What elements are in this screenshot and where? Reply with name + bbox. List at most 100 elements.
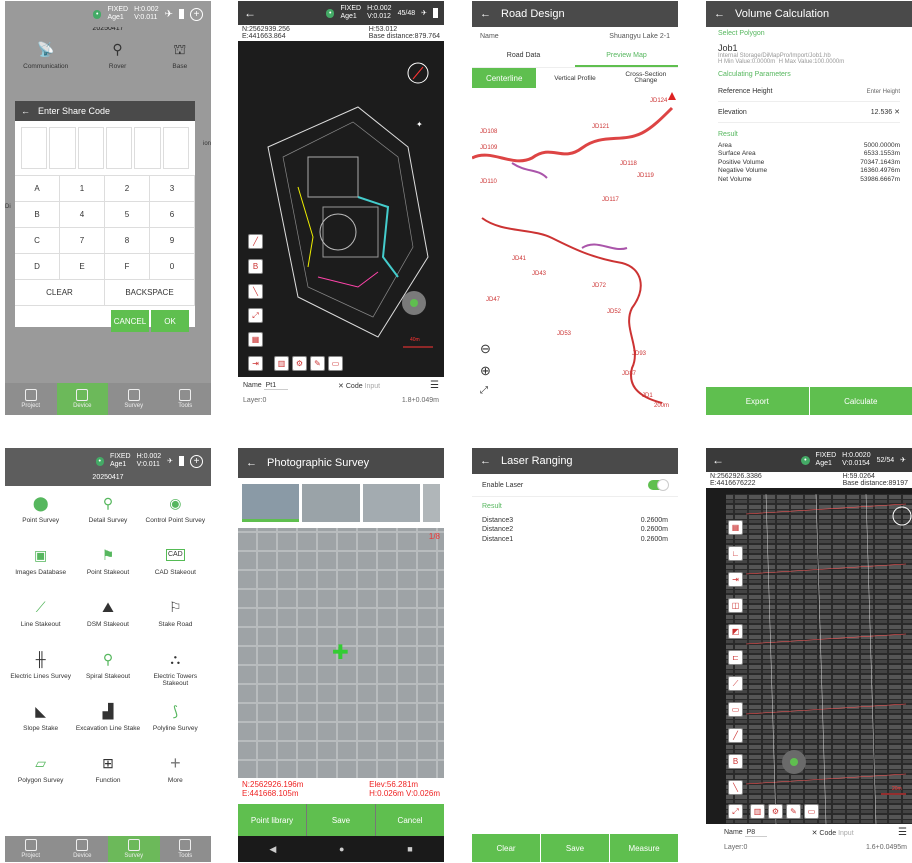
layer-label[interactable]: Layer:0 — [243, 397, 266, 404]
clear-icon[interactable]: ✕ — [812, 830, 818, 837]
slope-stake-item[interactable]: ◣ Slope Stake — [7, 700, 74, 746]
close-icon[interactable]: ✕ — [894, 109, 900, 116]
point-survey-item[interactable]: ⬤ Point Survey — [7, 492, 74, 538]
photo-thumbnail[interactable] — [242, 484, 300, 522]
tab-preview-map[interactable]: Preview Map — [575, 46, 678, 67]
layers-icon[interactable]: ▥ — [750, 804, 765, 819]
point-stakeout-item[interactable]: ⚑ Point Stakeout — [74, 544, 141, 590]
zoom-fit-icon[interactable]: ⤢ — [728, 804, 743, 819]
name-input[interactable]: P8 — [744, 829, 768, 837]
more-item[interactable]: + More — [142, 752, 209, 798]
nav-project[interactable]: Project — [5, 836, 57, 862]
settings-icon[interactable]: ⚙ — [292, 356, 307, 371]
clear-button[interactable]: Clear — [472, 834, 540, 862]
job-name[interactable]: Job1 — [718, 43, 900, 53]
nav-device[interactable]: Device — [57, 836, 109, 862]
key[interactable]: 6 — [150, 202, 195, 228]
tab-cross-section[interactable]: Cross-Section Change — [614, 68, 678, 88]
export-button[interactable]: Export — [706, 387, 809, 415]
name-input[interactable]: Pt1 — [263, 382, 289, 390]
code-box[interactable] — [49, 127, 76, 169]
fit-icon[interactable]: ⤢ — [480, 385, 491, 396]
key[interactable]: 5 — [105, 202, 150, 228]
point-library-button[interactable]: Point library — [238, 804, 306, 836]
key[interactable]: A — [15, 176, 60, 202]
pin-line-icon[interactable]: ⟋ — [728, 676, 743, 691]
dsm-stakeout-item[interactable]: ⛰ DSM Stakeout — [74, 596, 141, 642]
home-icon[interactable]: ● — [339, 844, 344, 854]
back-icon[interactable]: ◀ — [269, 844, 276, 855]
polygon-survey-item[interactable]: ▱ Polygon Survey — [7, 752, 74, 798]
zoom-out-icon[interactable]: ⊖ — [480, 341, 491, 357]
back-arrow-icon[interactable]: ← — [244, 6, 256, 20]
key[interactable]: 8 — [105, 228, 150, 254]
code-box[interactable] — [134, 127, 161, 169]
menu-icon[interactable]: ☰ — [898, 827, 907, 838]
code-input[interactable]: Input — [365, 383, 381, 390]
key[interactable]: 3 — [150, 176, 195, 202]
stake-icon[interactable]: ⇥ — [728, 572, 743, 587]
nav-survey[interactable]: Survey — [108, 383, 160, 415]
key[interactable]: 2 — [105, 176, 150, 202]
zoom-fit-icon[interactable]: ⤢ — [248, 308, 263, 323]
nav-project[interactable]: Project — [5, 383, 57, 415]
cancel-button[interactable]: Cancel — [376, 804, 444, 836]
electric-towers-item[interactable]: ⛬ Electric Towers Stakeout — [142, 648, 209, 694]
function-item[interactable]: ⊞ Function — [74, 752, 141, 798]
back-arrow-icon[interactable]: ← — [246, 457, 257, 469]
ok-button[interactable]: OK — [151, 310, 189, 332]
key[interactable]: F — [105, 254, 150, 280]
control-point-survey-item[interactable]: ◉ Control Point Survey — [142, 492, 209, 538]
code-box[interactable] — [77, 127, 104, 169]
grid-view-icon[interactable]: ▦ — [728, 520, 743, 535]
nav-tools[interactable]: Tools — [160, 836, 212, 862]
message-icon[interactable]: ▭ — [804, 804, 819, 819]
code-tool-icon[interactable]: B — [728, 754, 743, 769]
measure-button[interactable]: Measure — [610, 834, 678, 862]
clear-button[interactable]: CLEAR — [15, 280, 105, 306]
key[interactable]: E — [60, 254, 105, 280]
overlay-icon[interactable]: ◩ — [728, 624, 743, 639]
key[interactable]: 7 — [60, 228, 105, 254]
back-arrow-icon[interactable]: ← — [712, 453, 724, 467]
cad-map-canvas[interactable]: ✦ — [238, 47, 444, 377]
layers-stack-icon[interactable]: ◫ — [728, 598, 743, 613]
tab-road-data[interactable]: Road Data — [472, 46, 575, 67]
tab-centerline[interactable]: Centerline — [472, 68, 537, 88]
detail-survey-item[interactable]: ⚲ Detail Survey — [74, 492, 141, 538]
menu-icon[interactable]: ☰ — [430, 380, 439, 391]
message-icon[interactable]: ▭ — [328, 356, 343, 371]
key[interactable]: C — [15, 228, 60, 254]
back-arrow-icon[interactable]: ← — [714, 8, 725, 20]
key[interactable]: 1 — [60, 176, 105, 202]
rover-tool[interactable]: ⚲ Rover — [105, 38, 131, 78]
electric-lines-item[interactable]: ╫ Electric Lines Survey — [7, 648, 74, 694]
pole-tool-icon[interactable]: ╲ — [248, 284, 263, 299]
pole-height[interactable]: 1.8+0.049m — [402, 397, 439, 404]
line-stakeout-item[interactable]: ⟋ Line Stakeout — [7, 596, 74, 642]
key[interactable]: D — [15, 254, 60, 280]
key[interactable]: 4 — [60, 202, 105, 228]
code-input[interactable]: Input — [838, 830, 854, 837]
save-button[interactable]: Save — [307, 804, 375, 836]
road-map-canvas[interactable] — [472, 88, 678, 408]
code-box[interactable] — [162, 127, 189, 169]
back-arrow-icon[interactable]: ← — [480, 8, 491, 20]
base-tool[interactable]: ⛫ Base — [167, 38, 193, 78]
add-icon[interactable]: + — [190, 454, 203, 468]
photo-thumbnail[interactable] — [362, 484, 420, 522]
photo-view[interactable]: ✚ 1/8 — [238, 528, 444, 778]
back-arrow-icon[interactable]: ← — [480, 455, 491, 467]
pole-height[interactable]: 1.6+0.0495m — [866, 844, 907, 851]
save-button[interactable]: Save — [541, 834, 609, 862]
line-tool-icon[interactable]: ╱ — [248, 234, 263, 249]
photo-thumbnail[interactable] — [422, 484, 440, 522]
grid-icon[interactable]: ▦ — [248, 332, 263, 347]
communication-tool[interactable]: 📡 Communication — [23, 38, 68, 78]
reference-height-row[interactable]: Reference Height Enter Height — [718, 82, 900, 102]
clear-icon[interactable]: ✕ — [338, 383, 344, 390]
excavation-line-item[interactable]: ▟ Excavation Line Stake — [74, 700, 141, 746]
layer-label[interactable]: Layer:0 — [724, 844, 747, 851]
measure-icon[interactable]: ⊏ — [728, 650, 743, 665]
line-tool-icon[interactable]: ╱ — [728, 728, 743, 743]
